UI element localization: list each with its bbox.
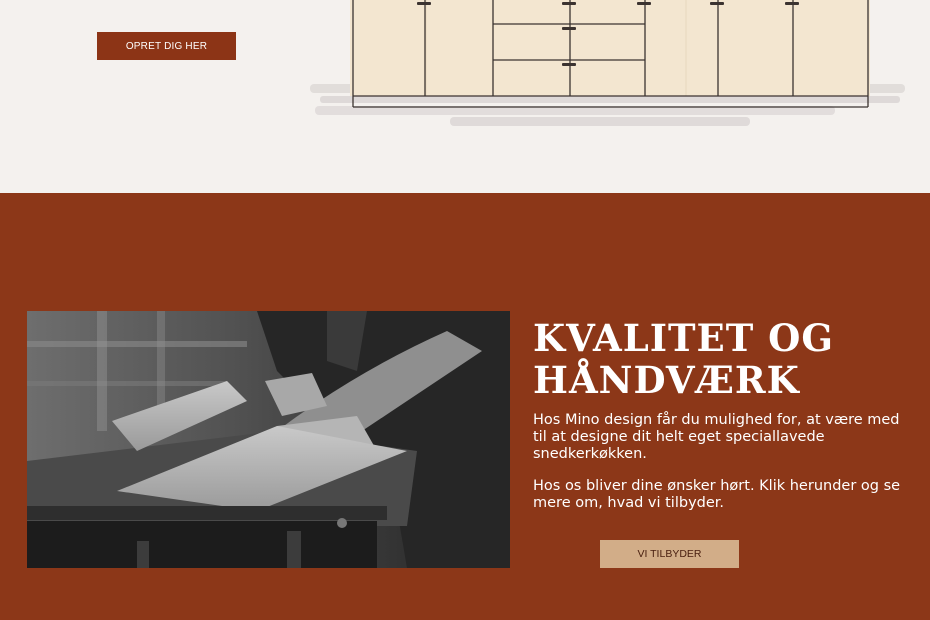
kitchen-sketch-illustration (310, 0, 905, 126)
cta-paragraph: Hos os bliver dine ønsker hørt. Klik her… (533, 478, 901, 511)
woodworking-photo (27, 311, 510, 568)
hero-section: OPRET DIG HER (0, 0, 930, 193)
heading-line-1: KVALITET OG (533, 316, 835, 360)
signup-button[interactable]: OPRET DIG HER (97, 32, 236, 60)
offers-button[interactable]: VI TILBYDER (600, 540, 739, 568)
heading-line-2: HÅNDVÆRK (533, 358, 800, 402)
section-heading: KVALITET OG HÅNDVÆRK (533, 317, 913, 401)
quality-section: KVALITET OG HÅNDVÆRK Hos Mino design får… (0, 193, 930, 620)
intro-paragraph: Hos Mino design får du mulighed for, at … (533, 412, 900, 462)
